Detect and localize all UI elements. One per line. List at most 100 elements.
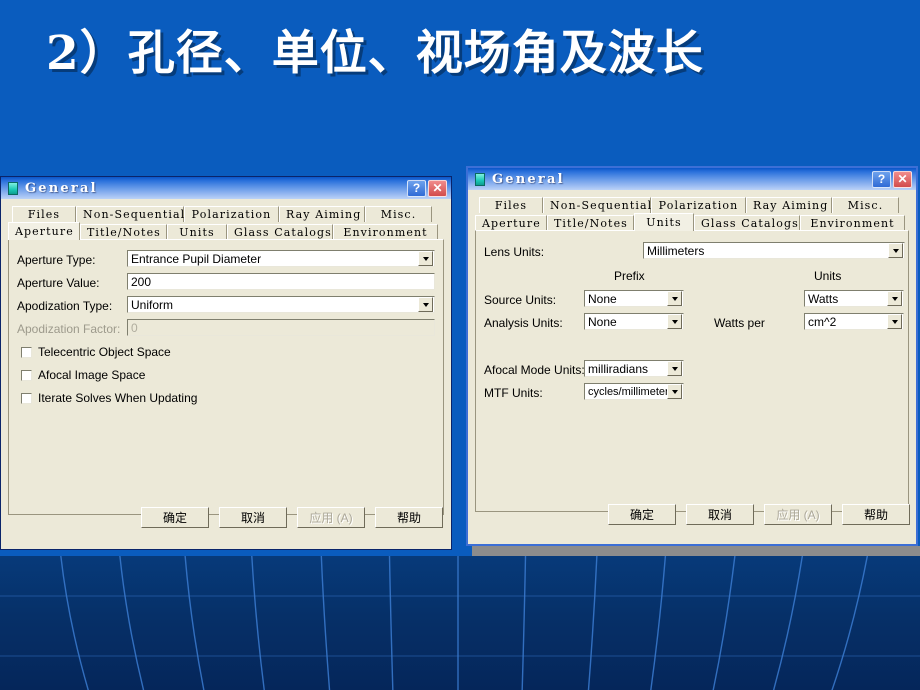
lens-icon <box>8 181 18 195</box>
titlebar-left[interactable]: General ? ✕ <box>1 177 451 199</box>
cancel-button[interactable]: 取消 <box>686 504 754 525</box>
checkbox-telecentric-object-space[interactable]: Telecentric Object Space <box>21 345 171 359</box>
label-apodization-factor: Apodization Factor: <box>17 322 121 336</box>
field-label-aperture-type: Aperture Type: <box>17 253 96 267</box>
lens-icon <box>475 172 485 186</box>
field-label-source-units: Source Units: <box>484 293 556 307</box>
field-label-apodization-factor: Apodization Factor: <box>17 322 120 336</box>
slide-background-globe <box>0 556 920 690</box>
checkbox-label: Iterate Solves When Updating <box>38 391 198 405</box>
chevron-down-icon[interactable] <box>667 384 682 399</box>
chevron-down-icon[interactable] <box>418 297 433 312</box>
dialog-body-right: Files Non-Sequential Polarization Ray Ai… <box>468 190 916 525</box>
label-aperture-value: Aperture Value: <box>17 276 100 290</box>
tab-units[interactable]: Units <box>167 224 227 240</box>
tab-ray-aiming[interactable]: Ray Aiming <box>746 197 832 213</box>
tab-title-notes[interactable]: Title/Notes <box>80 224 167 240</box>
tab-row-1-left[interactable]: Files Non-Sequential Polarization Ray Ai… <box>12 205 444 222</box>
mtf-units-dropdown[interactable]: cycles/millimeter <box>584 383 684 400</box>
tab-non-sequential[interactable]: Non-Sequential <box>543 197 651 213</box>
tab-ray-aiming[interactable]: Ray Aiming <box>279 206 365 222</box>
apodization-factor-input: 0 <box>127 319 435 336</box>
help-icon[interactable]: ? <box>407 179 426 197</box>
tab-misc[interactable]: Misc. <box>832 197 899 213</box>
ok-button[interactable]: 确定 <box>141 507 209 528</box>
dialog-buttons-left[interactable]: 确定 取消 应用 (A) 帮助 <box>141 507 443 528</box>
dialog-buttons-right[interactable]: 确定 取消 应用 (A) 帮助 <box>608 504 910 525</box>
tab-aperture[interactable]: Aperture <box>8 222 80 240</box>
titlebar-right[interactable]: General ? ✕ <box>468 168 916 190</box>
tab-environment[interactable]: Environment <box>800 215 905 231</box>
tab-non-sequential[interactable]: Non-Sequential <box>76 206 184 222</box>
tab-glass-catalogs[interactable]: Glass Catalogs <box>227 224 333 240</box>
chevron-down-icon[interactable] <box>667 314 682 329</box>
tab-files[interactable]: Files <box>12 206 76 222</box>
tab-units[interactable]: Units <box>634 213 694 231</box>
general-dialog-aperture[interactable]: General ? ✕ Files Non-Sequential Polariz… <box>0 176 452 550</box>
tab-row-2-right[interactable]: Aperture Title/Notes Units Glass Catalog… <box>475 213 909 231</box>
tab-panel-aperture: Aperture Type: Entrance Pupil Diameter A… <box>8 239 444 515</box>
checkbox-label: Afocal Image Space <box>38 368 146 382</box>
general-dialog-units[interactable]: General ? ✕ Files Non-Sequential Polariz… <box>466 166 918 546</box>
close-icon[interactable]: ✕ <box>428 179 447 197</box>
label-lens-units: Lens Units: <box>484 245 545 259</box>
checkbox-icon[interactable] <box>21 346 32 358</box>
checkbox-icon[interactable] <box>21 369 32 381</box>
analysis-units-value: cm^2 <box>808 314 837 329</box>
tab-polarization[interactable]: Polarization <box>651 197 746 213</box>
chevron-down-icon[interactable] <box>667 361 682 376</box>
aperture-type-value: Entrance Pupil Diameter <box>131 251 262 266</box>
tab-aperture[interactable]: Aperture <box>475 215 547 231</box>
tab-row-1-right[interactable]: Files Non-Sequential Polarization Ray Ai… <box>479 196 909 213</box>
checkbox-iterate-solves-when-updating[interactable]: Iterate Solves When Updating <box>21 391 197 405</box>
aperture-value-input[interactable]: 200 <box>127 273 435 290</box>
dialog-shadow-right <box>472 546 920 556</box>
lens-units-dropdown[interactable]: Millimeters <box>643 242 905 259</box>
chevron-down-icon[interactable] <box>667 291 682 306</box>
source-units-prefix-value: None <box>588 291 617 306</box>
source-units-prefix-dropdown[interactable]: None <box>584 290 684 307</box>
field-label-apodization-type: Apodization Type: <box>17 299 112 313</box>
tab-row-2-left[interactable]: Aperture Title/Notes Units Glass Catalog… <box>8 222 444 240</box>
tab-files[interactable]: Files <box>479 197 543 213</box>
apodization-type-dropdown[interactable]: Uniform <box>127 296 435 313</box>
help-button[interactable]: 帮助 <box>842 504 910 525</box>
tab-glass-catalogs[interactable]: Glass Catalogs <box>694 215 800 231</box>
tab-title-notes[interactable]: Title/Notes <box>547 215 634 231</box>
help-icon[interactable]: ? <box>872 170 891 188</box>
label-watts-per: Watts per <box>714 316 765 330</box>
label-source-units: Source Units: <box>484 293 557 307</box>
close-icon[interactable]: ✕ <box>893 170 912 188</box>
chevron-down-icon[interactable] <box>418 251 433 266</box>
chevron-down-icon[interactable] <box>888 243 903 258</box>
slide: 2）孔径、单位、视场角及波长 General ? ✕ Files Non-Seq… <box>0 0 920 690</box>
field-label-lens-units: Lens Units: <box>484 245 544 259</box>
titlebar-title-right: General <box>492 171 565 187</box>
dialog-body-left: Files Non-Sequential Polarization Ray Ai… <box>1 199 451 528</box>
label-apodization-type: Apodization Type: <box>17 299 113 313</box>
afocal-mode-units-value: milliradians <box>588 361 649 376</box>
field-label-aperture-value: Aperture Value: <box>17 276 100 290</box>
cancel-button[interactable]: 取消 <box>219 507 287 528</box>
tab-polarization[interactable]: Polarization <box>184 206 279 222</box>
analysis-units-dropdown[interactable]: cm^2 <box>804 313 904 330</box>
source-units-value: Watts <box>808 291 839 306</box>
source-units-dropdown[interactable]: Watts <box>804 290 904 307</box>
apodization-type-value: Uniform <box>131 297 174 312</box>
globe-meridians-icon <box>0 556 920 690</box>
afocal-mode-units-dropdown[interactable]: milliradians <box>584 360 684 377</box>
mtf-units-value: cycles/millimeter <box>588 385 668 398</box>
help-button[interactable]: 帮助 <box>375 507 443 528</box>
tab-environment[interactable]: Environment <box>333 224 438 240</box>
tab-misc[interactable]: Misc. <box>365 206 432 222</box>
aperture-type-dropdown[interactable]: Entrance Pupil Diameter <box>127 250 435 267</box>
chevron-down-icon[interactable] <box>887 314 902 329</box>
field-label-afocal-mode-units: Afocal Mode Units: <box>484 363 585 377</box>
analysis-units-prefix-dropdown[interactable]: None <box>584 313 684 330</box>
field-label-analysis-units: Analysis Units: <box>484 316 563 330</box>
ok-button[interactable]: 确定 <box>608 504 676 525</box>
apply-button: 应用 (A) <box>764 504 832 525</box>
chevron-down-icon[interactable] <box>887 291 902 306</box>
checkbox-icon[interactable] <box>21 392 32 404</box>
checkbox-afocal-image-space[interactable]: Afocal Image Space <box>21 368 145 382</box>
